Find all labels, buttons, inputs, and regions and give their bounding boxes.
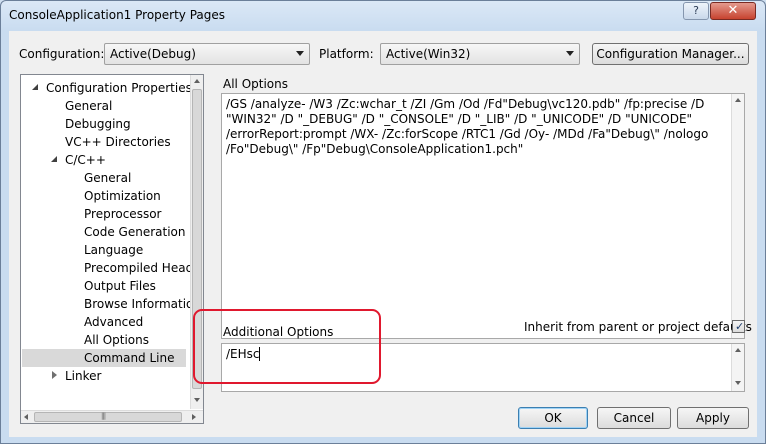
apply-button[interactable]: Apply <box>677 407 749 429</box>
all-options-scrollbar[interactable] <box>731 94 744 338</box>
tree-item-code-generation[interactable]: Code Generation <box>21 223 191 241</box>
expanded-arrow-icon[interactable] <box>51 156 57 162</box>
chevron-down-icon <box>296 51 304 56</box>
tree-item-label: Output Files <box>84 279 156 293</box>
tree-item-label: Preprocessor <box>84 207 162 221</box>
title-bar[interactable]: ConsoleApplication1 Property Pages ? ✕ <box>1 1 765 31</box>
tree-item-vc-directories[interactable]: VC++ Directories <box>21 133 191 151</box>
all-options-text: /GS /analyze- /W3 /Zc:wchar_t /ZI /Gm /O… <box>226 97 713 156</box>
scroll-down-icon[interactable] <box>735 381 741 385</box>
collapsed-arrow-icon[interactable] <box>52 371 57 379</box>
all-options-textbox[interactable]: /GS /analyze- /W3 /Zc:wchar_t /ZI /Gm /O… <box>221 93 745 339</box>
chevron-down-icon <box>566 51 574 56</box>
tree-item-label: Code Generation <box>84 225 186 239</box>
platform-label: Platform: <box>319 47 374 61</box>
tree-item-advanced[interactable]: Advanced <box>21 313 191 331</box>
tree-item-label: General <box>65 99 113 113</box>
scroll-up-icon[interactable] <box>194 79 200 83</box>
tree-item-label: Language <box>84 243 144 257</box>
highlight-annotation <box>193 309 381 384</box>
scroll-left-icon[interactable] <box>24 414 28 420</box>
tree-item-command-line[interactable]: Command Line <box>22 349 186 367</box>
tree-item-language[interactable]: Language <box>21 241 191 259</box>
grip-icon: ||| <box>101 412 106 420</box>
tree-item-label: Debugging <box>65 117 131 131</box>
tree-item-preprocessor[interactable]: Preprocessor <box>21 205 191 223</box>
property-pages-window: ConsoleApplication1 Property Pages ? ✕ C… <box>0 0 766 444</box>
tree-horizontal-scrollbar[interactable]: ||| <box>21 410 203 423</box>
tree-item-label: Command Line <box>84 351 175 365</box>
scroll-up-icon[interactable] <box>735 98 741 102</box>
scroll-right-icon[interactable] <box>192 414 196 420</box>
all-options-label: All Options <box>223 77 288 91</box>
tree-item-label: Browse Information <box>84 297 201 311</box>
tree-item-all-options[interactable]: All Options <box>21 331 191 349</box>
tree-item-configuration-properties[interactable]: Configuration Properties <box>21 79 192 97</box>
platform-value: Active(Win32) <box>386 47 471 61</box>
tree-item-general[interactable]: General <box>21 97 191 115</box>
platform-dropdown[interactable]: Active(Win32) <box>380 43 580 65</box>
scroll-up-icon[interactable] <box>735 348 741 352</box>
tree-item-browse-information[interactable]: Browse Information <box>21 295 201 313</box>
tree-item-label: VC++ Directories <box>65 135 171 149</box>
tree-item-optimization[interactable]: Optimization <box>21 187 191 205</box>
window-title: ConsoleApplication1 Property Pages <box>9 8 226 22</box>
dialog-client-area: Configuration: Active(Debug) Platform: A… <box>9 31 757 437</box>
configuration-label: Configuration: <box>19 47 105 61</box>
cancel-button[interactable]: Cancel <box>597 407 671 429</box>
tree-item-label: Optimization <box>84 189 161 203</box>
configuration-dropdown[interactable]: Active(Debug) <box>104 43 310 65</box>
check-icon: ✓ <box>735 320 745 333</box>
ok-button[interactable]: OK <box>518 407 588 429</box>
tree-item-label: Configuration Properties <box>46 81 192 95</box>
tree-item-output-files[interactable]: Output Files <box>21 277 191 295</box>
help-button[interactable]: ? <box>683 2 709 20</box>
text-caret <box>259 347 260 361</box>
tree-item-c-cpp[interactable]: C/C++ <box>21 151 191 169</box>
tree-item-label: C/C++ <box>65 153 106 167</box>
tree-item-linker[interactable]: Linker <box>21 367 191 385</box>
scroll-down-icon[interactable] <box>194 398 200 402</box>
tree-item-label: All Options <box>84 333 149 347</box>
additional-options-scrollbar[interactable] <box>731 344 744 391</box>
tree-item-cpp-general[interactable]: General <box>21 169 191 187</box>
close-button[interactable]: ✕ <box>710 2 756 20</box>
expanded-arrow-icon[interactable] <box>32 84 38 90</box>
tree-item-debugging[interactable]: Debugging <box>21 115 191 133</box>
inherit-label: Inherit from parent or project defaults <box>524 320 752 334</box>
property-tree[interactable]: Configuration Properties General Debuggi… <box>20 74 204 424</box>
tree-item-label: Linker <box>65 369 102 383</box>
inherit-checkbox[interactable]: ✓ <box>732 320 745 333</box>
configuration-value: Active(Debug) <box>110 47 196 61</box>
tree-item-label: Precompiled Heade <box>84 261 201 275</box>
tree-item-label: General <box>84 171 132 185</box>
tree-item-precompiled-headers[interactable]: Precompiled Heade <box>21 259 201 277</box>
tree-item-label: Advanced <box>84 315 144 329</box>
scrollbar-thumb[interactable] <box>34 412 182 422</box>
configuration-manager-button[interactable]: Configuration Manager... <box>592 43 749 65</box>
